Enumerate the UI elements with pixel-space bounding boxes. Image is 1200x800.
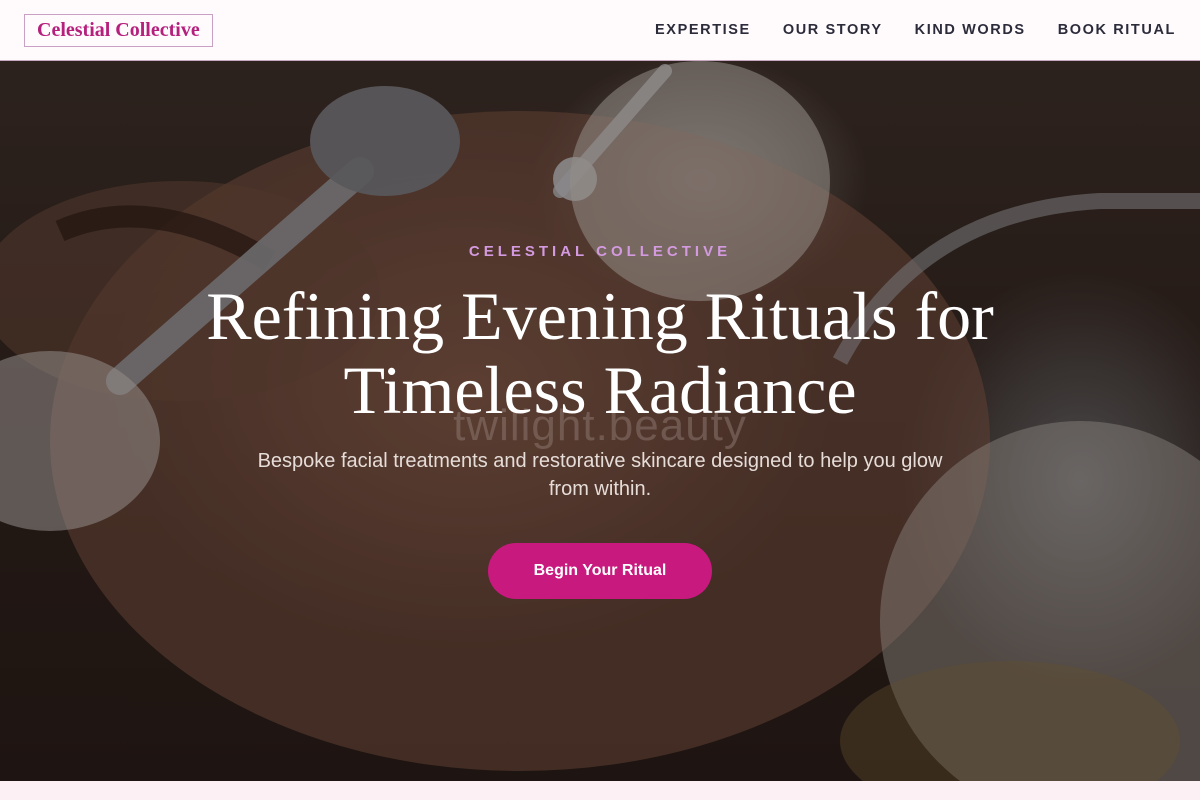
- hero-content: CELESTIAL COLLECTIVE twilight.beauty Ref…: [0, 61, 1200, 781]
- top-navigation-bar: Celestial Collective EXPERTISE OUR STORY…: [0, 0, 1200, 61]
- nav-link-book-ritual[interactable]: BOOK RITUAL: [1058, 22, 1176, 38]
- nav-link-our-story[interactable]: OUR STORY: [783, 22, 883, 38]
- nav-link-kind-words[interactable]: KIND WORDS: [915, 22, 1026, 38]
- brand-logo[interactable]: Celestial Collective: [24, 13, 213, 47]
- hero-eyebrow: CELESTIAL COLLECTIVE: [468, 243, 732, 260]
- hero-subtitle: Bespoke facial treatments and restorativ…: [257, 450, 943, 500]
- begin-ritual-button[interactable]: Begin Your Ritual: [488, 543, 712, 599]
- main-nav: EXPERTISE OUR STORY KIND WORDS BOOK RITU…: [655, 22, 1176, 38]
- next-section-edge: [0, 781, 1200, 800]
- nav-link-expertise[interactable]: EXPERTISE: [655, 22, 751, 38]
- hero-section: CELESTIAL COLLECTIVE twilight.beauty Ref…: [0, 61, 1200, 781]
- hero-headline: Refining Evening Rituals for Timeless Ra…: [206, 278, 994, 428]
